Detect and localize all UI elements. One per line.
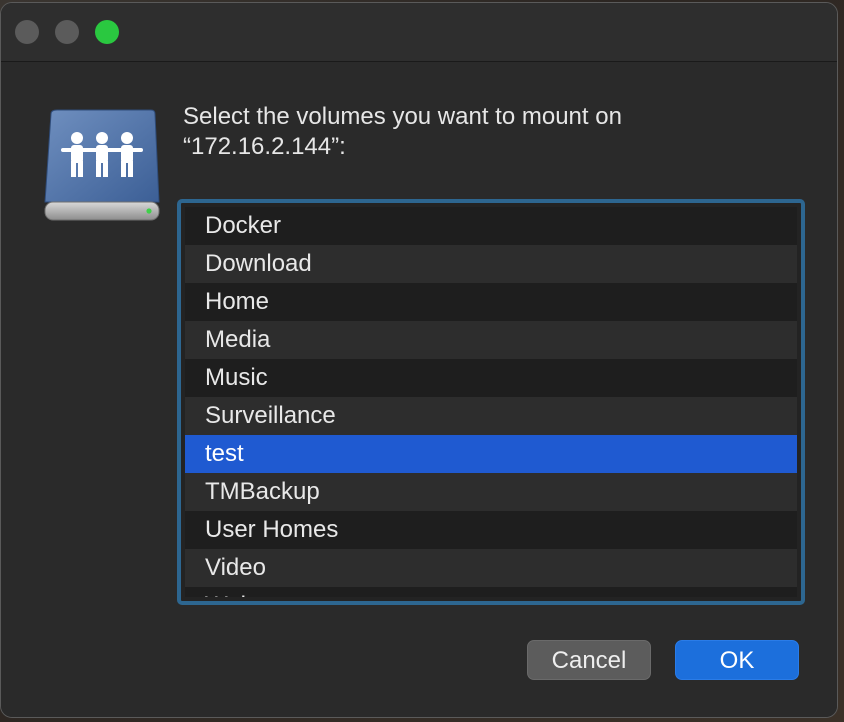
mount-volumes-dialog: Select the volumes you want to mount on … — [0, 2, 838, 718]
volume-list-item[interactable]: Home — [185, 283, 797, 321]
close-button[interactable] — [15, 20, 39, 44]
prompt-line-2: “172.16.2.144”: — [183, 133, 346, 160]
mount-prompt: Select the volumes you want to mount on … — [183, 102, 783, 162]
volume-list-rows[interactable]: Docker Download Home Media Music Surveillance… — [185, 207, 797, 597]
cancel-button[interactable]: Cancel — [527, 640, 651, 680]
volume-list-item[interactable]: Web — [185, 587, 797, 597]
volume-list-item[interactable]: TMBackup — [185, 473, 797, 511]
title-bar — [1, 3, 837, 62]
volume-list-item[interactable]: Media — [185, 321, 797, 359]
volume-list-item[interactable]: Video — [185, 549, 797, 587]
volume-list-item[interactable]: Download — [185, 245, 797, 283]
volume-list-item[interactable]: Docker — [185, 207, 797, 245]
volume-list[interactable]: Docker Download Home Media Music Surveillance… — [177, 199, 805, 605]
volume-list-item[interactable]: test — [185, 435, 797, 473]
minimize-button[interactable] — [55, 20, 79, 44]
ok-button[interactable]: OK — [675, 640, 799, 680]
zoom-button[interactable] — [95, 20, 119, 44]
prompt-line-1: Select the volumes you want to mount on — [183, 103, 622, 130]
dialog-content: Select the volumes you want to mount on … — [1, 62, 837, 717]
network-share-drive-icon — [44, 109, 160, 221]
volume-list-item[interactable]: Music — [185, 359, 797, 397]
volume-list-item[interactable]: User Homes — [185, 511, 797, 549]
volume-list-item[interactable]: Surveillance — [185, 397, 797, 435]
